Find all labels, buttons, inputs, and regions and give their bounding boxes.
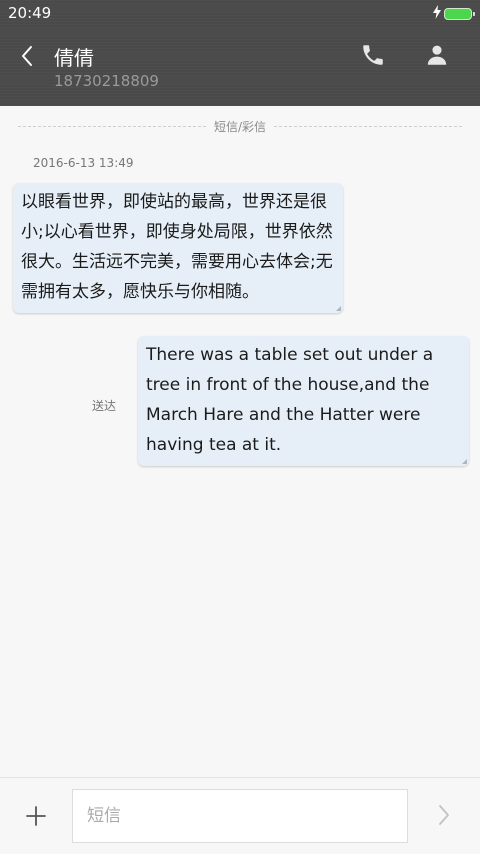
call-button[interactable] xyxy=(360,42,386,68)
message-text: There was a table set out under a tree i… xyxy=(146,345,434,455)
person-icon xyxy=(427,45,447,65)
chevron-left-icon xyxy=(22,46,32,66)
outgoing-message-bubble[interactable]: There was a table set out under a tree i… xyxy=(138,336,469,466)
back-button[interactable] xyxy=(14,42,42,70)
message-text: 以眼看世界，即使站的最高，世界还是很小;以心看世界，即使身处局限，世界依然很大。… xyxy=(21,192,333,302)
message-timestamp: 2016-6-13 13:49 xyxy=(33,156,134,170)
lightning-icon xyxy=(432,5,442,19)
contact-number: 18730218809 xyxy=(54,72,159,90)
message-type-label: 短信/彩信 xyxy=(213,119,267,134)
divider-line-right xyxy=(274,125,463,127)
contact-profile-button[interactable] xyxy=(424,42,450,68)
incoming-message-bubble[interactable]: 以眼看世界，即使站的最高，世界还是很小;以心看世界，即使身处局限，世界依然很大。… xyxy=(13,183,343,313)
thread-divider: 短信/彩信 xyxy=(18,118,463,134)
plus-icon xyxy=(26,806,46,826)
bubble-corner-mark xyxy=(336,306,341,311)
chevron-right-icon xyxy=(439,805,449,825)
composer-bar xyxy=(0,777,480,854)
divider-line-left xyxy=(18,125,206,127)
contact-name: 倩倩 xyxy=(54,46,94,70)
phone-icon xyxy=(363,45,383,65)
message-input[interactable] xyxy=(72,789,408,843)
app-header: 20:49 倩倩 18730218809 xyxy=(0,0,480,106)
bubble-corner-mark xyxy=(462,459,467,464)
status-time: 20:49 xyxy=(8,4,52,22)
battery-icon xyxy=(444,8,475,20)
status-bar: 20:49 xyxy=(0,0,480,28)
send-button[interactable] xyxy=(432,802,456,828)
attach-button[interactable] xyxy=(24,804,48,828)
delivery-status: 送达 xyxy=(92,399,117,413)
